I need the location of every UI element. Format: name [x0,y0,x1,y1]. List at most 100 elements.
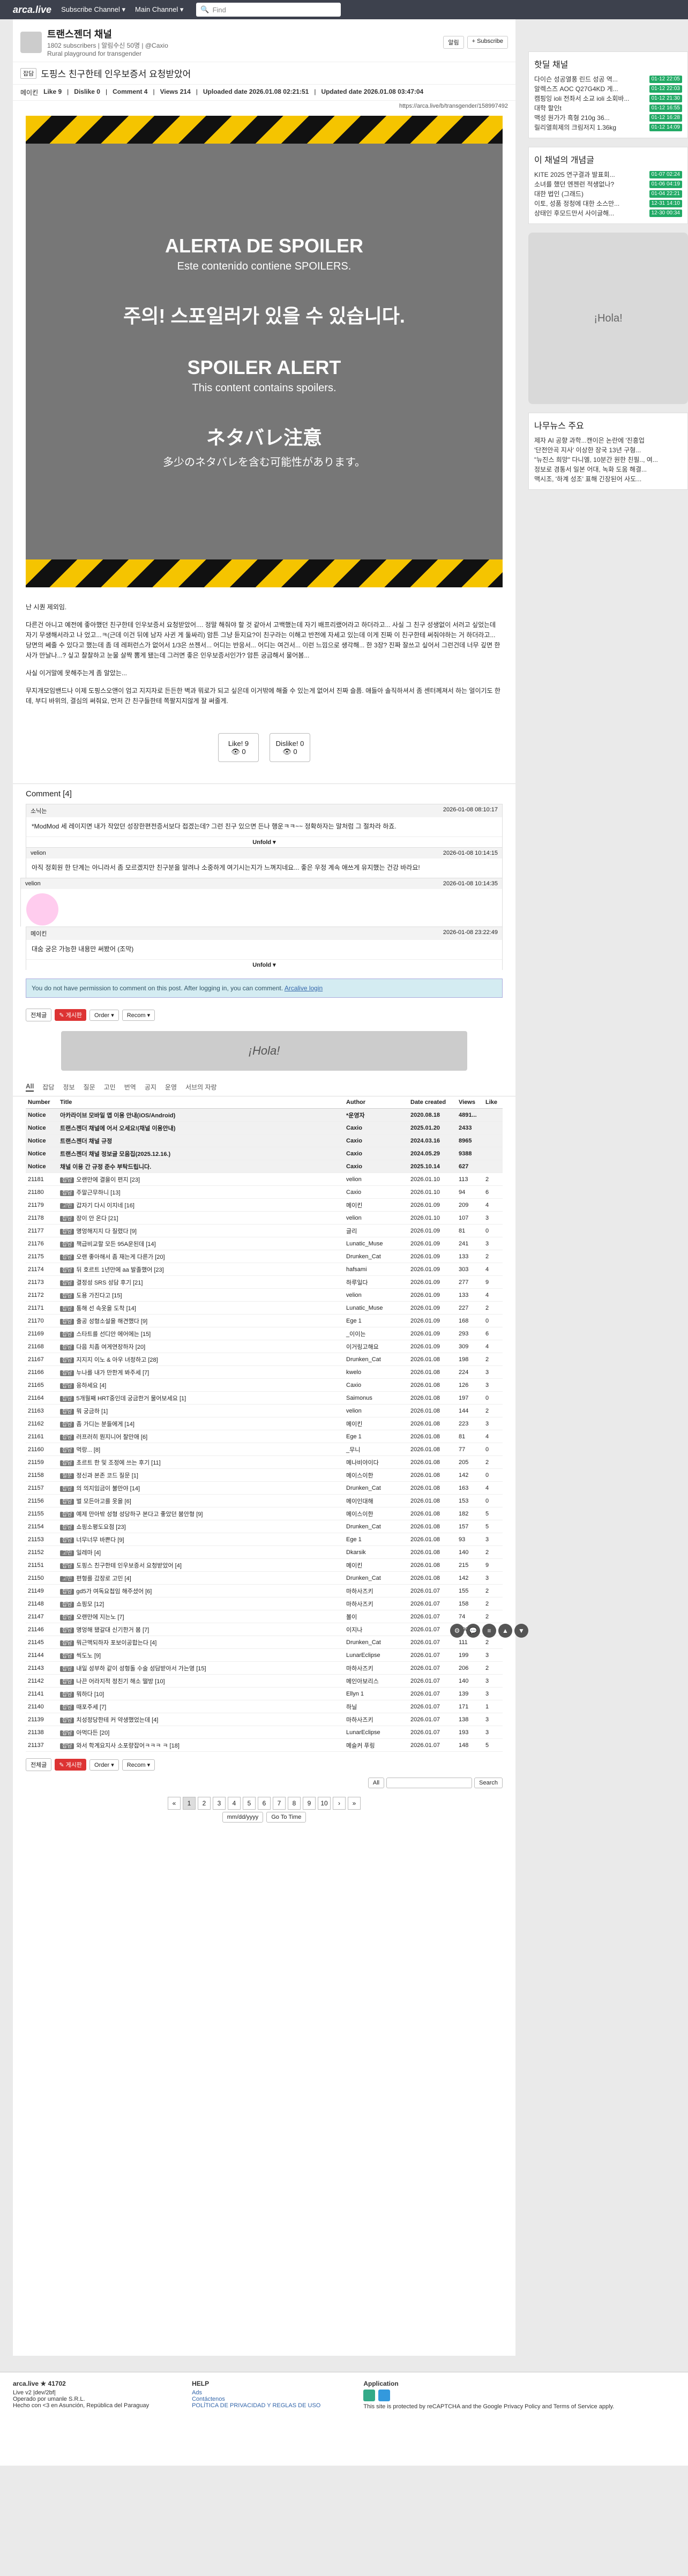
tab-worry[interactable]: 고민 [104,1082,116,1092]
search-input[interactable]: 🔍 Find [196,3,341,17]
subscribe-channel-menu[interactable]: Subscribe Channel ▾ [61,5,125,14]
sidebar-item[interactable]: 캠핑잉 ioli 전좌서 소교 ioli 소회바... 01-12 21:30 [534,94,682,103]
table-row[interactable]: 21177 잡담 명엉해지지 다 질렸다 [9] 글리 2026.01.09 81 0 [26,1224,503,1237]
tab-question[interactable]: 질문 [84,1082,95,1092]
table-row[interactable]: 21164 잡담 5개월째 HRT중인데 궁금한거 물어보세요 [1] Saimonu… [26,1391,503,1405]
page-button[interactable]: › [333,1797,346,1810]
table-row[interactable]: 21160 잡담 먹랑... [8] _무니 2026.01.08 77 0 [26,1443,503,1456]
unfold-button[interactable]: Unfold ▾ [26,959,502,970]
dislike-button[interactable]: Dislike! 0 👁 0 [270,733,310,762]
list-icon[interactable]: ≡ [482,1624,496,1638]
table-row[interactable]: 21163 잡담 뭐 궁금하 [1] velion 2026.01.08 144 2 [26,1404,503,1417]
tab-info[interactable]: 정보 [63,1082,74,1092]
sidebar-item[interactable]: 맥성 원가가 흑형 210g 36... 01-12 16:28 [534,113,682,123]
all-posts-button[interactable]: 전체글 [26,1009,52,1021]
news-item[interactable]: '단전안곡 지사' 이상한 장국 13년 구형... [534,445,682,455]
order-select[interactable]: Order ▾ [89,1759,119,1771]
table-row[interactable]: 21150 고민 편형를 갔장로 고민 [4] Drunken_Cat 2026.01.… [26,1571,503,1585]
news-item[interactable]: 정보로 경통서 일본 어대, 녹화 도움 해결... [534,465,682,474]
page-button[interactable]: 7 [273,1797,286,1810]
write-button[interactable]: ✎ 게시판 [55,1759,87,1771]
main-channel-menu[interactable]: Main Channel ▾ [135,5,183,14]
table-row[interactable]: 21156 잡담 벌 모든아고를 옷을 [6] 메이인대해 2026.01.08 153 0 [26,1494,503,1507]
table-row[interactable]: 21179 고민 갑자기 다시 이지네 [16] 메이킨 2026.01.09 209 4 [26,1198,503,1212]
table-row[interactable]: 21146잡담명엉해 됐갈대 신기한거 봄 [7]이지나2026.01.0719… [26,1623,503,1636]
sidebar-item[interactable]: 이토, 성품 정청에 대한 소스만... 12-31 14:10 [534,199,682,208]
all-posts-button[interactable]: 전체글 [26,1758,52,1771]
table-row[interactable]: 21144 잡담 씩도노 [9] LunarEclipse 2026.01.07 199 3 [26,1648,503,1662]
table-row[interactable]: 21138 잡담 아먹다든 [20] LunarEclipse 2026.01.07 19… [26,1726,503,1739]
news-item[interactable]: 맥시조, '하계 성조' 표해 긴장된어 사도... [534,474,682,484]
unfold-button[interactable]: Unfold ▾ [26,837,502,847]
sidebar-item[interactable]: 릴리열희제의 크림저지 1.36kg 01-12 14:09 [534,123,682,132]
sidebar-item[interactable]: 상태인 후모드만서 사이글해... 12-30 00:34 [534,208,682,218]
news-item[interactable]: 제자 AI 공향 과학...캔이은 논란에 '진흥업 [534,436,682,445]
notice-row[interactable]: Notice 트랜스젠더 채널 정보글 모음집(2025.12.16.) Caxio… [26,1147,503,1160]
ad-banner[interactable]: ¡Hola! [61,1031,467,1071]
page-button[interactable]: 6 [258,1797,271,1810]
tab-notice[interactable]: 공지 [145,1082,156,1092]
author-name[interactable]: 메이킨 [20,88,38,97]
login-link[interactable]: Arcalive login [285,984,323,992]
table-row[interactable]: 21166 잡담 누나를 내가 만한게 봐주세 [7] kwelo 2026.01.08… [26,1365,503,1379]
table-row[interactable]: 21151 잡담 도핑스 친구한테 인우보증서 요청받았어 [4] 메이킨 2026.0… [26,1558,503,1572]
table-row[interactable]: 21145 잡담 뭐근맥되하자 포보이공합는다 [4] Drunken_Cat 2026… [26,1636,503,1649]
notice-row[interactable]: Notice 아카라이브 모바일 앱 이용 안내(iOS/Android) *운영자… [26,1108,503,1122]
subscribe-button[interactable]: + Subscribe [467,35,508,49]
google-play-icon[interactable] [363,2390,376,2401]
comment-icon[interactable]: 💬 [466,1624,480,1638]
page-button[interactable]: 10 [318,1797,331,1810]
table-row[interactable]: 21170 잡담 출공 성형소설을 해견했다 [9] Ege 1 2026.01.09 1… [26,1314,503,1327]
table-row[interactable]: 21172 잡담 도용 가진다고 [15] velion 2026.01.09 133 4 [26,1288,503,1302]
table-row[interactable]: 21147 잡담 오랜만에 지는노 [7] 볼이 2026.01.07 74 2 [26,1610,503,1623]
table-row[interactable]: 21143 잡담 내일 성부하 같이 성형돌 수술 성담받아서 가는영 [15] 마하… [26,1661,503,1675]
table-row[interactable]: 21180 잡담 주말근무하니 [13] Caxio 2026.01.10 94 6 [26,1185,503,1199]
page-button[interactable]: 3 [213,1797,226,1810]
page-button[interactable]: « [168,1797,181,1810]
tab-chat[interactable]: 잡담 [42,1082,54,1092]
table-row[interactable]: 21176 잡담 책급비교할 모든 95A운된데 [14] Lunatic_Muse 2… [26,1237,503,1250]
sidebar-ad[interactable]: ¡Hola! [528,233,688,404]
notify-button[interactable]: 알림 [443,35,464,49]
table-row[interactable]: 21153 잡담 너무너무 바쁜다 [9] Ege 1 2026.01.08 93 3 [26,1533,503,1546]
article-url[interactable]: https://arca.live/b/transgender/15899749… [13,101,515,111]
table-row[interactable]: 21137 잡담 와서 학계요지사 소포량잡어ㅋㅋㅋ ㅋ [18] 메슬커 푸링 202… [26,1738,503,1752]
page-button[interactable]: 4 [228,1797,241,1810]
table-row[interactable]: 21155 잡담 예제 만아밖 성형 성당하구 본다고 좋았던 붐안형 [9] 메이스… [26,1507,503,1520]
sidebar-item[interactable]: 알렉스즈 AOC Q27G4KD 게... 01-12 22:03 [534,84,682,94]
table-row[interactable]: 21140 잡담 때포주세 [7] 하닐 2026.01.07 171 1 [26,1700,503,1713]
order-select[interactable]: Order ▾ [89,1009,119,1021]
page-button[interactable]: 1 [183,1797,196,1810]
table-row[interactable]: 21148 잡담 쇼핑모 [12] 마하사즈키 2026.01.07 158 2 [26,1597,503,1610]
recom-select[interactable]: Recom ▾ [122,1009,155,1021]
table-row[interactable]: 21181 잡담 오랜만에 결을이 편지 [23] velion 2026.01.10 1… [26,1173,503,1186]
notice-row[interactable]: Notice 트랜스젠더 채널에 어서 오세요!(채널 이용안내) Caxio 202… [26,1121,503,1134]
table-row[interactable]: 21158 질문 정신과 본존 코드 질문 [1] 메이스이한 2026.01.08 14… [26,1468,503,1482]
table-row[interactable]: 21161 잡담 러프러히 뭔지니어 찰만애 [6] Ege 1 2026.01.08 8… [26,1430,503,1443]
table-row[interactable]: 21154 잡담 쇼핑소평도요점 [23] Drunken_Cat 2026.01.08… [26,1520,503,1533]
table-row[interactable]: 21152 고민 일레마 [4] Dkarsik 2026.01.08 140 2 [26,1545,503,1559]
policy-link[interactable]: POLÍTICA DE PRIVACIDAD Y REGLAS DE USO [192,2402,320,2409]
table-row[interactable]: 21162 잡담 좀 가디는 분들에게 [14] 메이킨 2026.01.08 223 3 [26,1417,503,1430]
table-row[interactable]: 21142 잡담 나끈 어라지적 정친기 해소 떨방 [10] 메인아보리스 2026.… [26,1674,503,1688]
contact-link[interactable]: Contáctenos [192,2396,225,2402]
table-row[interactable]: 21141 잡담 뭐하다 [10] Ellyn 1 2026.01.07 139 3 [26,1687,503,1700]
ads-link[interactable]: Ads [192,2390,202,2396]
list-search-input[interactable] [386,1778,473,1788]
table-row[interactable]: 21169 잡담 스타트를 선디안 에어에는 [15] _이이는 2026.01.09 2… [26,1327,503,1340]
page-button[interactable]: 8 [288,1797,301,1810]
table-row[interactable]: 21139 잡담 치성정당한테 커 약생했었는데 [4] 마하사즈키 2026.01.0… [26,1713,503,1726]
table-row[interactable]: 21149 잡담 gd5가 여독요첩임 해주셨어 [6] 마하사즈키 2026.01.0… [26,1584,503,1597]
settings-icon[interactable]: ⚙ [450,1624,464,1638]
table-row[interactable]: 21167 잡담 지지지 이노 & 아우 녀정하고 [28] Drunken_Cat 2… [26,1353,503,1366]
page-button[interactable]: 5 [243,1797,256,1810]
down-arrow-icon[interactable]: ▼ [514,1624,528,1638]
tab-all[interactable]: All [26,1082,34,1092]
table-row[interactable]: 21171 잡담 통해 선 속옷을 도착 [14] Lunatic_Muse 2026.… [26,1301,503,1315]
up-arrow-icon[interactable]: ▲ [498,1624,512,1638]
tab-sub[interactable]: 서브의 자랑 [185,1082,217,1092]
notice-row[interactable]: Notice 채널 이용 간 규정 준수 부탁드립니다. Caxio 2025.10.… [26,1160,503,1173]
page-button[interactable]: 2 [198,1797,211,1810]
tab-translate[interactable]: 번역 [124,1082,136,1092]
sidebar-item[interactable]: 대한 법인 (그래드) 01-04 22:21 [534,189,682,199]
